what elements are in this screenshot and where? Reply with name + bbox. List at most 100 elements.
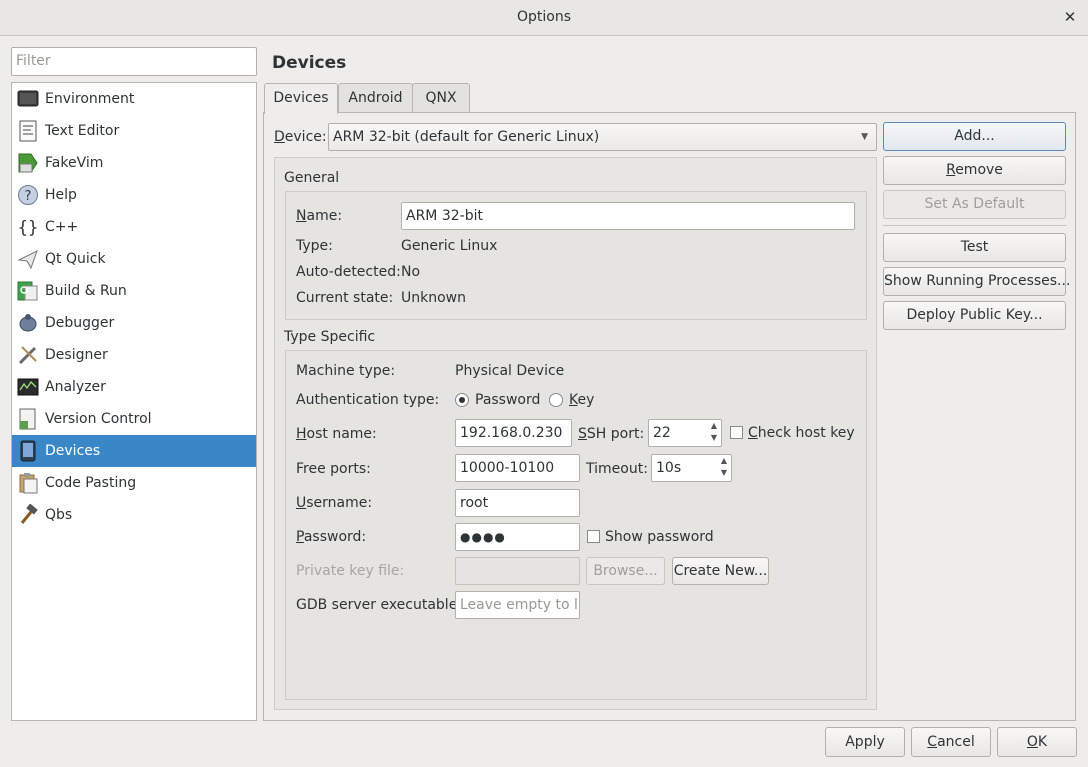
sidebar-item-environment[interactable]: Environment — [12, 83, 256, 115]
deploy-public-key-button[interactable]: Deploy Public Key... — [883, 301, 1066, 330]
add-device-button[interactable]: Add... — [883, 122, 1066, 151]
auth-password-radio[interactable] — [455, 393, 469, 407]
check-host-key-checkbox[interactable] — [730, 426, 743, 439]
page-title: Devices — [272, 53, 347, 73]
auth-password-label: Password — [475, 392, 541, 408]
password-field[interactable]: ●●●● — [455, 523, 580, 551]
device-select-value: ARM 32-bit (default for Generic Linux) — [333, 129, 600, 145]
tab-label: Android — [348, 90, 403, 106]
sidebar-item-label: Environment — [45, 91, 135, 107]
chevron-down-icon: ▼ — [861, 132, 868, 142]
svg-text:{}: {} — [18, 218, 38, 238]
designer-icon — [17, 344, 39, 366]
auto-detected-value: No — [401, 264, 421, 280]
qt-quick-icon — [17, 248, 39, 270]
gdb-server-label: GDB server executable: — [296, 597, 463, 613]
sidebar-item-analyzer[interactable]: Analyzer — [12, 371, 256, 403]
svg-text:?: ? — [25, 189, 32, 204]
sidebar-item-label: Qt Quick — [45, 251, 106, 267]
sidebar-item-help[interactable]: ? Help — [12, 179, 256, 211]
current-state-label: Current state: — [296, 290, 394, 306]
cancel-button[interactable]: Cancel — [911, 727, 991, 757]
sidebar-item-label: Help — [45, 187, 77, 203]
sidebar-item-designer[interactable]: Designer — [12, 339, 256, 371]
type-value: Generic Linux — [401, 238, 498, 254]
auth-key-radio[interactable] — [549, 393, 563, 407]
sidebar-item-devices[interactable]: Devices — [12, 435, 256, 467]
sidebar-item-label: Debugger — [45, 315, 115, 331]
timeout-value: 10s — [656, 460, 682, 476]
sidebar-item-qbs[interactable]: Qbs — [12, 499, 256, 531]
tab-label: Devices — [273, 90, 329, 106]
sidebar-item-debugger[interactable]: Debugger — [12, 307, 256, 339]
tab-android[interactable]: Android — [338, 83, 413, 113]
build-run-icon — [17, 280, 39, 302]
sidebar-item-text-editor[interactable]: Text Editor — [12, 115, 256, 147]
timeout-spinbox[interactable]: 10s ▲ ▼ — [651, 454, 732, 482]
cpp-braces-icon: {} — [17, 216, 39, 238]
sidebar-item-label: Designer — [45, 347, 108, 363]
add-device-label: Add... — [954, 128, 995, 144]
spin-arrows-icon[interactable]: ▲ ▼ — [707, 420, 721, 446]
machine-type-value: Physical Device — [455, 363, 565, 379]
sidebar-item-version-control[interactable]: Version Control — [12, 403, 256, 435]
sidebar-item-build-run[interactable]: Build & Run — [12, 275, 256, 307]
ssh-port-spinbox[interactable]: 22 ▲ ▼ — [648, 419, 722, 447]
sidebar-item-label: FakeVim — [45, 155, 104, 171]
host-name-label: Host name: — [296, 426, 377, 442]
free-ports-field[interactable]: 10000-10100 — [455, 454, 580, 482]
device-label: Device: — [274, 129, 327, 145]
gdb-server-field[interactable]: Leave empty to l... — [455, 591, 580, 619]
monitor-icon — [17, 88, 39, 110]
private-key-field[interactable] — [455, 557, 580, 585]
name-field[interactable]: ARM 32-bit — [401, 202, 855, 230]
sidebar-item-label: Text Editor — [45, 123, 120, 139]
type-label: Type: — [296, 238, 333, 254]
private-key-label: Private key file: — [296, 563, 405, 579]
sidebar-item-label: Code Pasting — [45, 475, 137, 491]
password-label: Password: — [296, 529, 367, 545]
title-bar: Options ✕ — [0, 0, 1088, 36]
auth-key-label: Key — [569, 392, 595, 408]
sidebar-item-label: Devices — [45, 443, 101, 459]
spin-arrows-icon[interactable]: ▲ ▼ — [717, 455, 731, 481]
actions-divider — [883, 225, 1066, 226]
filter-input[interactable]: Filter — [11, 47, 257, 76]
show-running-processes-button[interactable]: Show Running Processes... — [883, 267, 1070, 296]
version-control-icon — [17, 408, 39, 430]
sidebar-item-qt-quick[interactable]: Qt Quick — [12, 243, 256, 275]
machine-type-label: Machine type: — [296, 363, 396, 379]
window-title: Options — [516, 9, 572, 25]
sidebar-item-label: C++ — [45, 219, 79, 235]
close-icon[interactable]: ✕ — [1062, 0, 1078, 34]
sidebar-item-label: Version Control — [45, 411, 152, 427]
remove-device-button[interactable]: Remove — [883, 156, 1066, 185]
auto-detected-label: Auto-detected: — [296, 264, 401, 280]
host-name-field[interactable]: 192.168.0.230 — [455, 419, 572, 447]
free-ports-label: Free ports: — [296, 461, 371, 477]
device-select[interactable]: ARM 32-bit (default for Generic Linux) ▼ — [328, 123, 877, 151]
sidebar-item-label: Analyzer — [45, 379, 106, 395]
ssh-port-value: 22 — [653, 425, 671, 441]
show-password-label: Show password — [605, 529, 714, 545]
create-new-button[interactable]: Create New... — [672, 557, 769, 585]
set-as-default-button[interactable]: Set As Default — [883, 190, 1066, 219]
sidebar-item-code-pasting[interactable]: Code Pasting — [12, 467, 256, 499]
general-section-title: General — [284, 170, 340, 186]
name-label: Name: — [296, 208, 343, 224]
show-password-checkbox[interactable] — [587, 530, 600, 543]
tab-devices[interactable]: Devices — [264, 83, 338, 114]
sidebar-item-cpp[interactable]: {} C++ — [12, 211, 256, 243]
browse-button[interactable]: Browse... — [586, 557, 665, 585]
sidebar-item-fakevim[interactable]: FakeVim — [12, 147, 256, 179]
sidebar-item-label: Qbs — [45, 507, 73, 523]
auth-type-label: Authentication type: — [296, 392, 440, 408]
test-button[interactable]: Test — [883, 233, 1066, 262]
tab-qnx[interactable]: QNX — [412, 83, 470, 113]
apply-button[interactable]: Apply — [825, 727, 905, 757]
ssh-port-label: SSH port: — [578, 426, 645, 442]
help-icon: ? — [17, 184, 39, 206]
ok-button[interactable]: OK — [997, 727, 1077, 757]
username-field[interactable]: root — [455, 489, 580, 517]
text-editor-icon — [17, 120, 39, 142]
